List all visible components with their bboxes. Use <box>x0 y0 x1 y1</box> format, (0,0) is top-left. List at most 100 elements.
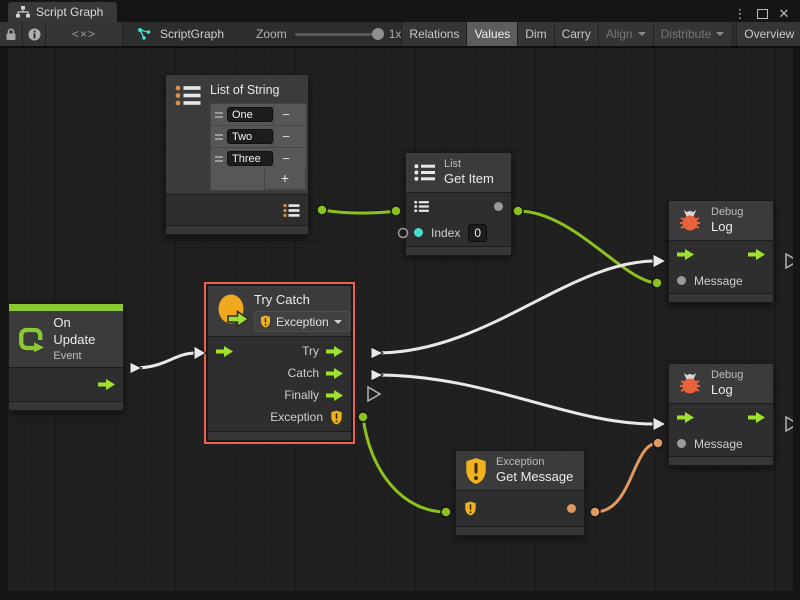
node-footer <box>208 431 351 440</box>
graph-hierarchy-icon <box>16 6 30 18</box>
close-icon[interactable]: ✕ <box>776 6 792 22</box>
unconnected-flow-port[interactable] <box>786 417 793 431</box>
node-header: List of String One − Two − Three <box>166 75 308 195</box>
node-category: Exception <box>496 455 573 469</box>
node-footer <box>9 401 123 410</box>
code-preview-button[interactable]: <×> <box>46 22 123 46</box>
flow-input-port[interactable] <box>216 346 233 360</box>
flow-output-port[interactable] <box>98 379 115 390</box>
node-footer <box>406 246 511 255</box>
try-output-port[interactable] <box>326 346 343 357</box>
node-body: Message <box>669 241 773 293</box>
node-header-text: List Get Item <box>444 157 494 188</box>
node-debug-log-bottom[interactable]: Debug Log Message <box>668 363 774 466</box>
script-graph-window: Script Graph ⋮ ✕ <×> <box>0 0 800 600</box>
finally-label: Finally <box>284 388 319 402</box>
carry-button[interactable]: Carry <box>554 22 598 46</box>
index-label: Index <box>431 226 460 240</box>
list-output-port[interactable] <box>283 203 300 218</box>
node-subtitle: Event <box>53 349 113 363</box>
graph-canvas[interactable]: On Update Event Li <box>8 48 793 591</box>
graph-name[interactable]: ScriptGraph <box>160 27 224 41</box>
list-item-field[interactable]: Two <box>227 129 273 144</box>
distribute-button[interactable]: Distribute <box>653 22 732 46</box>
zoom-slider[interactable] <box>295 33 381 36</box>
message-input-port[interactable] <box>677 439 686 448</box>
node-footer <box>669 293 773 302</box>
wire-getitem-to-debugtop <box>513 206 662 288</box>
node-header: List Get Item <box>406 153 511 193</box>
node-body: Try Catch Finally <box>208 337 351 431</box>
wire-onupdate-to-trycatch <box>130 346 206 374</box>
values-button[interactable]: Values <box>466 22 517 46</box>
message-row: Message <box>669 268 773 293</box>
overview-button[interactable]: Overview <box>736 22 800 46</box>
message-input-port[interactable] <box>677 276 686 285</box>
flow-input-port[interactable] <box>677 412 694 423</box>
list-item-field[interactable]: Three <box>227 151 273 166</box>
node-title: Log <box>711 382 743 399</box>
catch-label: Catch <box>288 366 319 380</box>
drag-handle-icon[interactable] <box>211 112 227 118</box>
wire-catch-to-debugbottom <box>371 369 666 431</box>
remove-item-button[interactable]: − <box>273 149 298 169</box>
tab-bar: Script Graph ⋮ ✕ <box>0 0 800 22</box>
relations-button[interactable]: Relations <box>401 22 466 46</box>
canvas-frame: On Update Event Li <box>0 48 800 600</box>
list-item-field[interactable]: One <box>227 107 273 122</box>
catch-port-row: Catch <box>208 362 351 384</box>
node-get-message[interactable]: Exception Get Message <box>455 450 585 536</box>
finally-output-port[interactable] <box>326 390 343 401</box>
exception-input-port[interactable] <box>464 501 477 516</box>
unconnected-flow-port[interactable] <box>786 254 793 268</box>
list-input-port[interactable] <box>414 200 429 213</box>
exception-output-port[interactable] <box>330 410 343 425</box>
flow-input-port[interactable] <box>677 249 694 260</box>
unconnected-finally-port[interactable] <box>368 387 380 401</box>
zoom-slider-handle[interactable] <box>372 28 384 40</box>
node-try-catch[interactable]: Try Catch Exception Try <box>207 285 352 441</box>
finally-port-row: Finally <box>208 384 351 406</box>
node-body <box>9 368 123 401</box>
add-item-button[interactable]: + <box>264 169 306 190</box>
item-output-port[interactable] <box>494 202 503 211</box>
catch-output-port[interactable] <box>326 368 343 379</box>
message-label: Message <box>694 437 743 451</box>
inspect-button[interactable] <box>23 22 46 46</box>
node-on-update[interactable]: On Update Event <box>8 303 124 411</box>
lock-button[interactable] <box>0 22 23 46</box>
node-debug-log-top[interactable]: Debug Log Message <box>668 200 774 303</box>
flow-output-port[interactable] <box>748 412 765 423</box>
wire-getmessage-to-debugbottom <box>590 438 663 517</box>
list-item-row: One − <box>211 104 306 126</box>
list-icon <box>414 163 436 182</box>
drag-handle-icon[interactable] <box>211 134 227 140</box>
message-output-port[interactable] <box>567 504 576 513</box>
toolbar-middle: ScriptGraph Zoom 1x <box>123 22 401 46</box>
drag-handle-icon[interactable] <box>211 156 227 162</box>
node-header: Exception Get Message <box>456 451 584 491</box>
window-menu-icon[interactable]: ⋮ <box>732 6 748 22</box>
remove-item-button[interactable]: − <box>273 127 298 147</box>
node-header: Try Catch Exception <box>208 286 351 337</box>
list-item-row: Two − <box>211 126 306 148</box>
zoom-value: 1x <box>389 27 402 41</box>
toolbar-view-buttons: Relations Values Dim Carry Align Distrib… <box>401 22 800 46</box>
node-list-of-string[interactable]: List of String One − Two − Three <box>165 74 309 235</box>
node-get-item[interactable]: List Get Item Index 0 <box>405 152 512 256</box>
bug-icon <box>677 372 703 395</box>
dim-button[interactable]: Dim <box>517 22 553 46</box>
window-controls: ⋮ ✕ <box>732 6 800 22</box>
tab-script-graph[interactable]: Script Graph <box>8 2 117 22</box>
remove-item-button[interactable]: − <box>273 105 298 125</box>
maximize-box <box>757 9 768 19</box>
align-button[interactable]: Align <box>598 22 653 46</box>
index-value-field[interactable]: 0 <box>468 224 487 242</box>
zoom-label: Zoom <box>256 27 287 41</box>
flow-output-port[interactable] <box>748 249 765 260</box>
node-title: Log <box>711 219 743 236</box>
exception-shield-icon <box>464 457 488 485</box>
maximize-icon[interactable] <box>754 6 770 22</box>
index-input-port[interactable] <box>414 228 423 237</box>
exception-type-dropdown[interactable]: Exception <box>254 311 350 332</box>
